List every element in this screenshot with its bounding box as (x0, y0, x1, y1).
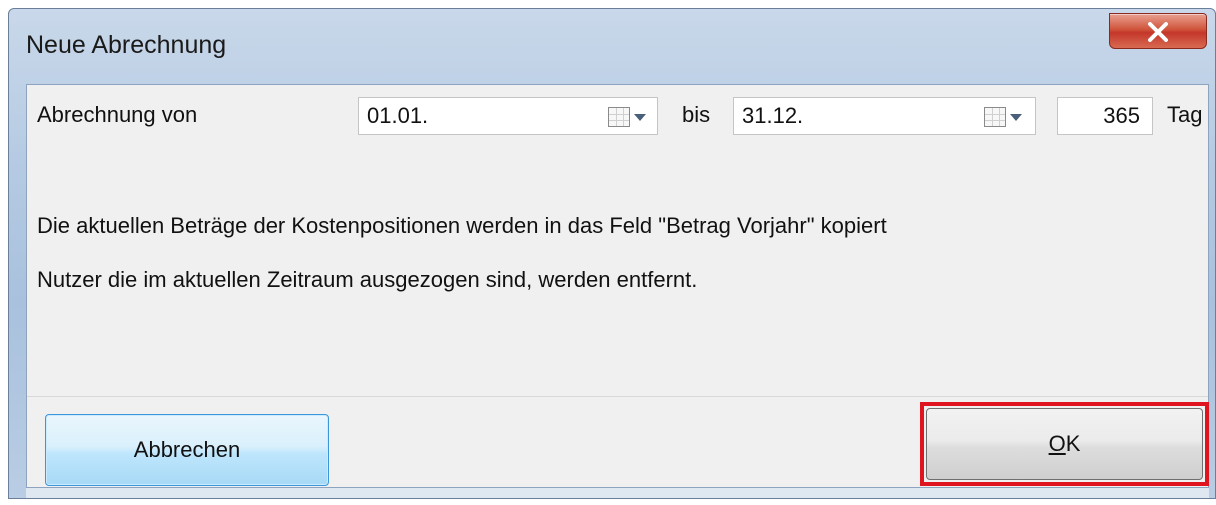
period-label: Abrechnung von (37, 102, 198, 127)
chevron-down-icon (1010, 114, 1022, 121)
from-date-value: 01.01. (367, 103, 429, 128)
ok-label-rest: K (1065, 431, 1081, 456)
window-bottom-edge (26, 488, 1209, 498)
dialog-content: Abrechnung von 01.01. bis 31.12. 365 Tag… (26, 84, 1209, 488)
ok-mnemonic: O (1048, 431, 1066, 456)
info-text-line2: Nutzer die im aktuellen Zeitraum ausgezo… (37, 267, 698, 292)
chevron-down-icon (634, 114, 646, 121)
to-date-field[interactable]: 31.12. (733, 97, 1036, 135)
to-label: bis (682, 102, 711, 127)
from-date-field[interactable]: 01.01. (358, 97, 658, 135)
to-date-picker-button[interactable] (980, 101, 1026, 133)
info-text-line1: Die aktuellen Beträge der Kostenposition… (37, 213, 887, 238)
dialog-title: Neue Abrechnung (26, 31, 227, 59)
dialog-window: Neue Abrechnung Abrechnung von 01.01. bi… (8, 8, 1216, 499)
from-date-picker-button[interactable] (604, 101, 650, 133)
calendar-icon (984, 107, 1006, 127)
cancel-button[interactable]: Abbrechen (45, 414, 329, 486)
to-date-value: 31.12. (742, 103, 804, 128)
ok-button[interactable]: OK (926, 408, 1203, 480)
close-icon (1148, 22, 1168, 42)
calendar-icon (608, 107, 630, 127)
days-unit-label: Tag (1167, 102, 1203, 127)
close-button[interactable] (1109, 13, 1207, 49)
divider (27, 396, 1208, 397)
days-field[interactable]: 365 (1057, 97, 1153, 135)
